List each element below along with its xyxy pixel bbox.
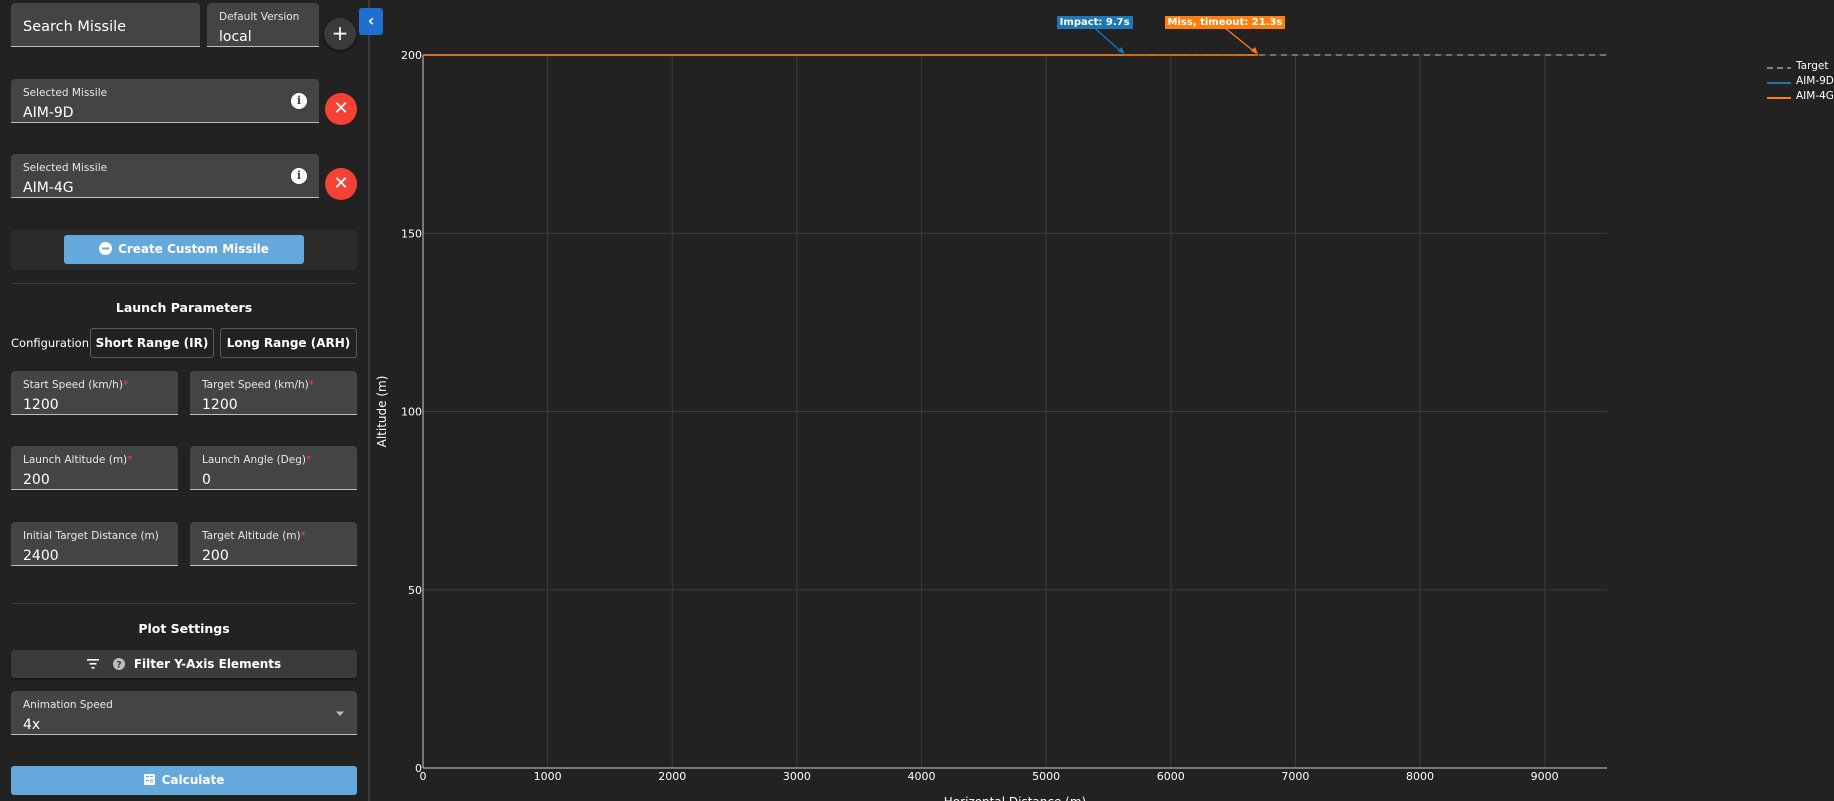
create-custom-missile-label: Create Custom Missile [118,242,269,256]
svg-text:?: ? [116,661,121,671]
launch-angle-label: Launch Angle (Deg) [202,454,306,466]
config-short-range-button[interactable]: Short Range (IR) [90,328,214,358]
close-icon: ✕ [333,98,349,119]
info-icon[interactable]: i [291,93,307,109]
animation-speed-label: Animation Speed [23,699,113,711]
filter-y-axis-button[interactable]: ? Filter Y-Axis Elements [11,650,357,678]
search-missile-placeholder: Search Missile [23,19,127,35]
selected-missile-field-2[interactable]: Selected Missile AIM-4G i [11,154,319,198]
required-marker: * [308,379,315,391]
y-tick-label: 100 [401,406,422,419]
create-custom-panel: Create Custom Missile [11,230,357,270]
x-tick-label: 9000 [1531,770,1559,783]
add-missile-button[interactable]: + [324,18,356,50]
target-altitude-label: Target Altitude (m) [202,530,301,542]
calculator-icon [143,774,155,785]
start-speed-value: 1200 [23,397,59,413]
annotation-arrowhead [1117,47,1125,54]
selected-missile-value: AIM-9D [23,105,74,121]
legend-label: AIM-4G [1796,90,1834,102]
calculate-button[interactable]: Calculate [11,766,357,795]
target-speed-value: 1200 [202,397,238,413]
selected-missile-label: Selected Missile [23,87,108,99]
initial-target-distance-label: Initial Target Distance (m) [23,530,159,542]
x-tick-label: 8000 [1406,770,1434,783]
required-marker: * [122,379,129,391]
launch-altitude-field[interactable]: Launch Altitude (m)* 200 [11,446,178,490]
annotation-arrow [1094,27,1124,54]
calculate-label: Calculate [161,773,225,787]
x-tick-label: 2000 [658,770,686,783]
legend-swatch-target [1767,67,1791,69]
legend-swatch-aim4g [1767,97,1791,99]
launch-angle-value: 0 [202,472,211,488]
x-tick-label: 3000 [783,770,811,783]
x-tick-label: 6000 [1157,770,1185,783]
animation-speed-select[interactable]: Animation Speed 4x [11,691,357,735]
legend-label: AIM-9D [1796,75,1834,87]
target-altitude-field[interactable]: Target Altitude (m)* 200 [190,522,357,566]
default-version-select[interactable]: Default Version local [207,3,319,47]
trajectory-chart[interactable]: 0 1000 2000 3000 4000 5000 6000 7000 8000 9000 0 50… [372,0,1834,801]
selected-missile-field-1[interactable]: Selected Missile AIM-9D i [11,79,319,123]
divider [11,603,357,604]
plus-icon: + [331,21,349,45]
remove-missile-button-2[interactable]: ✕ [325,168,357,200]
selected-missile-value: AIM-4G [23,180,74,196]
y-axis-title: Altitude (m) [375,376,389,448]
initial-target-distance-value: 2400 [23,548,59,564]
start-speed-label: Start Speed (km/h) [23,379,123,391]
x-tick-label: 5000 [1032,770,1060,783]
plot-settings-title: Plot Settings [138,621,230,636]
required-marker: * [300,530,306,542]
x-tick-label: 1000 [534,770,562,783]
sidebar: Search Missile Default Version local + S… [0,0,370,801]
help-icon: ? [112,658,125,671]
search-missile-input[interactable]: Search Missile [11,3,200,47]
y-tick-label: 150 [401,227,422,240]
legend-label: Target [1796,60,1829,72]
x-axis-title: Horizontal Distance (m) [944,795,1086,801]
config-long-range-button[interactable]: Long Range (ARH) [220,328,357,358]
initial-target-distance-field[interactable]: Initial Target Distance (m) 2400 [11,522,178,566]
plot-area[interactable]: 0 1000 2000 3000 4000 5000 6000 7000 8000 9000050… [372,0,1834,801]
remove-missile-button-1[interactable]: ✕ [325,93,357,125]
create-custom-missile-button[interactable]: Create Custom Missile [64,235,304,264]
target-altitude-value: 200 [202,548,229,564]
required-marker: * [305,454,312,466]
target-speed-label: Target Speed (km/h) [202,379,309,391]
y-tick-label: 200 [401,49,422,62]
y-tick-label: 0 [415,762,422,775]
default-version-value: local [219,29,252,45]
selected-missile-label: Selected Missile [23,162,108,174]
info-icon[interactable]: i [291,168,307,184]
configuration-label: Configuration: [11,336,93,350]
annotation-label: Impact: 9.7s [1056,16,1133,29]
minus-circle-icon [99,242,113,255]
dropdown-arrow-icon [336,711,344,716]
default-version-label: Default Version [219,11,300,23]
launch-parameters-title: Launch Parameters [115,300,253,315]
required-marker: * [127,454,133,466]
filter-icon [86,659,99,669]
x-tick-label: 7000 [1281,770,1309,783]
start-speed-field[interactable]: Start Speed (km/h)* 1200 [11,371,178,415]
animation-speed-value: 4x [23,717,41,733]
launch-angle-field[interactable]: Launch Angle (Deg)* 0 [190,446,357,490]
legend-swatch-aim9d [1767,82,1791,84]
divider [11,283,357,284]
annotation-label: Miss, timeout: 21.3s [1164,16,1286,29]
annotation-arrowhead [1251,47,1259,54]
close-icon: ✕ [333,173,349,194]
y-tick-label: 50 [408,584,422,597]
launch-altitude-label: Launch Altitude (m) [23,454,128,466]
target-speed-field[interactable]: Target Speed (km/h)* 1200 [190,371,357,415]
filter-y-axis-label: Filter Y-Axis Elements [133,657,282,671]
annotation-arrow [1224,27,1257,54]
launch-altitude-value: 200 [23,472,50,488]
x-tick-label: 4000 [908,770,936,783]
